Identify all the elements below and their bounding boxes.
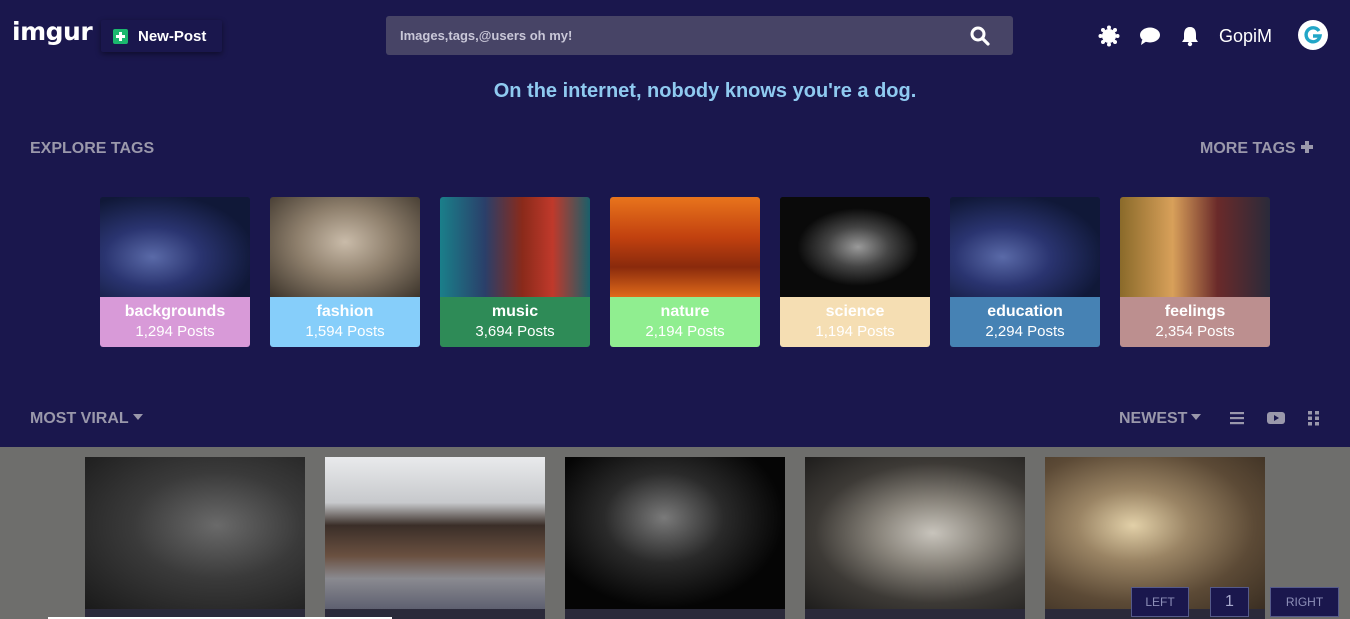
post-card[interactable] (565, 457, 785, 619)
username[interactable]: GopiM (1219, 26, 1272, 47)
most-viral-dropdown[interactable]: MOST VIRAL (30, 410, 143, 428)
search-bar[interactable]: Images,tags,@users oh my! (386, 16, 1013, 55)
tag-count: 1,194 Posts (815, 323, 895, 340)
tag-band: nature 2,194 Posts (610, 297, 760, 347)
post-caption (805, 609, 1025, 619)
tag-band: science 1,194 Posts (780, 297, 930, 347)
tag-card-education[interactable]: education 2,294 Posts (950, 197, 1100, 347)
tag-card-music[interactable]: music 3,694 Posts (440, 197, 590, 347)
tag-count: 1,294 Posts (135, 323, 215, 340)
tag-name: education (987, 303, 1063, 320)
tag-name: science (825, 303, 885, 320)
tag-name: fashion (316, 303, 374, 320)
avatar-g-icon (1304, 26, 1323, 44)
post-card[interactable] (805, 457, 1025, 619)
imgur-logo[interactable]: imgur (12, 17, 93, 46)
tag-image (440, 197, 590, 297)
tag-band: feelings 2,354 Posts (1120, 297, 1270, 347)
page-number[interactable]: 1 (1210, 587, 1249, 617)
tag-image (270, 197, 420, 297)
more-tags-button[interactable]: MORE TAGS (1200, 140, 1313, 158)
tag-image (100, 197, 250, 297)
top-bar: imgur New-Post Images,tags,@users oh my!… (0, 0, 1350, 70)
explore-tags-heading: EXPLORE TAGS (30, 140, 155, 157)
tag-card-backgrounds[interactable]: backgrounds 1,294 Posts (100, 197, 250, 347)
tag-count: 2,294 Posts (985, 323, 1065, 340)
bell-icon[interactable] (1179, 25, 1201, 47)
pager-left-button[interactable]: LEFT (1131, 587, 1189, 617)
caret-down-icon (1191, 414, 1202, 420)
tag-band: education 2,294 Posts (950, 297, 1100, 347)
tag-image (950, 197, 1100, 297)
grid-view-icon[interactable] (1307, 410, 1321, 426)
chat-icon[interactable] (1139, 25, 1161, 47)
tag-count: 1,594 Posts (305, 323, 385, 340)
post-image (325, 457, 545, 609)
post-image (805, 457, 1025, 609)
post-card[interactable] (325, 457, 545, 619)
plus-icon (1300, 141, 1313, 153)
plus-icon (113, 28, 128, 44)
post-image (85, 457, 305, 609)
newest-label: NEWEST (1119, 410, 1188, 427)
tag-name: feelings (1164, 303, 1226, 320)
tag-count: 2,354 Posts (1155, 323, 1235, 340)
tag-card-science[interactable]: science 1,194 Posts (780, 197, 930, 347)
sun-settings-icon[interactable] (1098, 25, 1120, 47)
tag-name: music (491, 303, 539, 320)
tag-name: backgrounds (124, 303, 226, 320)
newest-dropdown[interactable]: NEWEST (1119, 410, 1202, 428)
avatar[interactable] (1298, 20, 1328, 50)
tag-image (1120, 197, 1270, 297)
tag-image (610, 197, 760, 297)
more-tags-label: MORE TAGS (1200, 140, 1296, 157)
post-caption (565, 609, 785, 619)
tag-card-nature[interactable]: nature 2,194 Posts (610, 197, 760, 347)
tag-card-feelings[interactable]: feelings 2,354 Posts (1120, 197, 1270, 347)
tag-card-fashion[interactable]: fashion 1,594 Posts (270, 197, 420, 347)
tag-count: 3,694 Posts (475, 323, 555, 340)
tag-band: music 3,694 Posts (440, 297, 590, 347)
search-input[interactable]: Images,tags,@users oh my! (400, 28, 572, 43)
video-view-icon[interactable] (1267, 410, 1285, 426)
caret-down-icon (132, 414, 143, 420)
post-card[interactable] (85, 457, 305, 619)
tag-list: backgrounds 1,294 Posts fashion 1,594 Po… (100, 197, 1270, 347)
tag-count: 2,194 Posts (645, 323, 725, 340)
tag-name: nature (660, 303, 710, 320)
new-post-label: New-Post (138, 27, 207, 45)
pager-right-button[interactable]: RIGHT (1270, 587, 1339, 617)
most-viral-label: MOST VIRAL (30, 410, 129, 427)
tagline: On the internet, nobody knows you're a d… (493, 80, 917, 102)
post-image (565, 457, 785, 609)
new-post-button[interactable]: New-Post (101, 20, 222, 52)
tag-band: fashion 1,594 Posts (270, 297, 420, 347)
tag-image (780, 197, 930, 297)
list-view-icon[interactable] (1229, 410, 1245, 426)
search-icon[interactable] (970, 26, 990, 46)
tag-band: backgrounds 1,294 Posts (100, 297, 250, 347)
